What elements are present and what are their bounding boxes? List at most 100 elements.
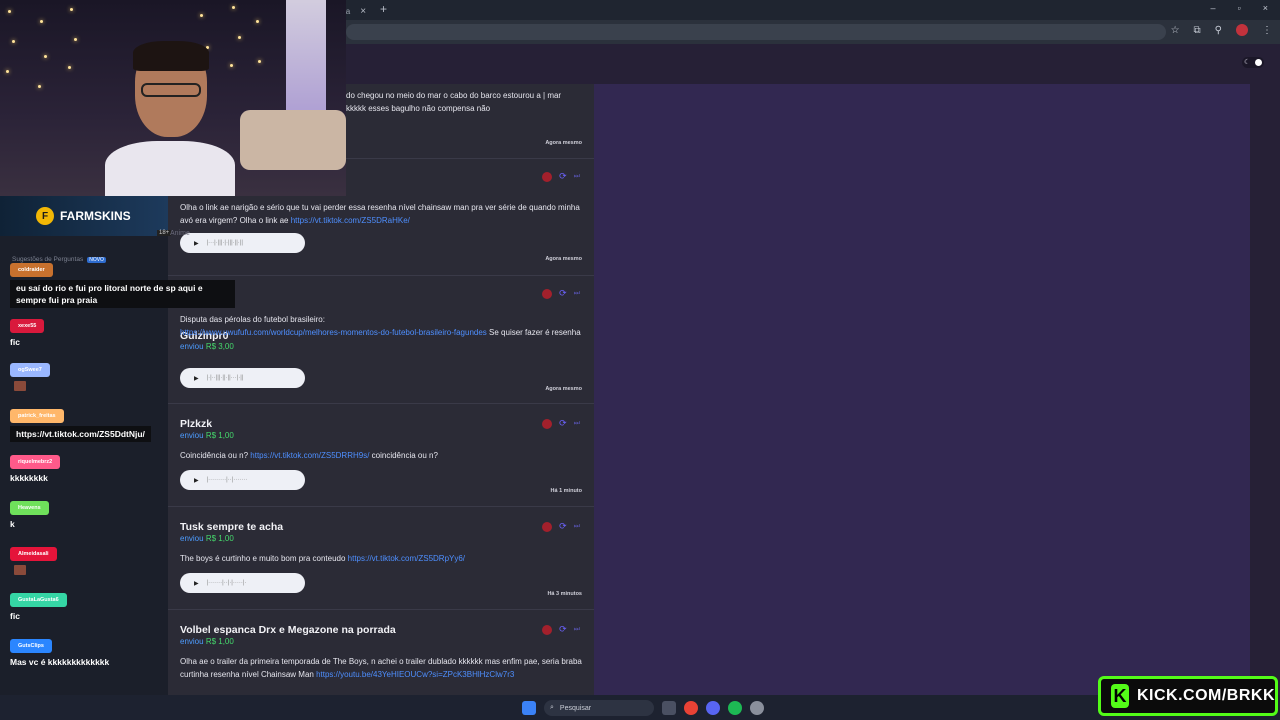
chat-emote-icon	[14, 381, 26, 391]
kick-channel-badge: K KICK.COM/BRKK	[1098, 676, 1278, 716]
chat-username[interactable]: ogSwee7	[10, 363, 50, 377]
farmskins-logo-icon: F	[36, 207, 54, 225]
kick-chat: Sugestões de Perguntas NOVO coldraidereu …	[0, 236, 235, 695]
address-bar[interactable]	[346, 24, 1166, 40]
delete-icon[interactable]	[542, 624, 553, 635]
chat-username[interactable]: riquelmebrz2	[10, 455, 61, 469]
chat-message: riquelmebrz2 kkkkkkkk	[10, 450, 61, 484]
replay-icon[interactable]: ⟳	[559, 521, 567, 532]
toolbar-icons: ☆ ⧉ ⚲ ⋮	[1171, 24, 1272, 36]
puzzle-icon[interactable]: ⚲	[1215, 25, 1222, 36]
toggle-knob	[1255, 59, 1262, 66]
donation-message: Olha o link ae narigão e sério que tu va…	[180, 203, 580, 225]
moon-icon: ☾	[1244, 59, 1251, 66]
donation-link[interactable]: https://youtu.be/43YeHIEOUCw?si=ZPcK3BHl…	[316, 670, 514, 679]
donation-actions: ⟳ ⏭	[542, 171, 580, 182]
donation-actions: ⟳ ⏭	[542, 418, 580, 429]
task-view-icon[interactable]	[662, 701, 676, 715]
chrome-icon[interactable]	[684, 701, 698, 715]
skip-icon[interactable]: ⏭	[574, 290, 580, 298]
waveform: |·······|··|·|·····|·	[206, 580, 247, 586]
chat-text: kkkkkkkk	[10, 473, 48, 483]
donation-time: Há 1 minuto	[550, 488, 582, 494]
chat-message: GustaLaGusta6 fic	[10, 588, 67, 622]
play-icon[interactable]: ▶	[194, 375, 199, 382]
replay-icon[interactable]: ⟳	[559, 288, 567, 299]
chat-message: xexe55 fic	[10, 314, 45, 348]
chat-username[interactable]: Heavens	[10, 501, 49, 515]
chat-text: fic	[10, 337, 20, 347]
chat-message: Heavens k	[10, 496, 49, 530]
skip-icon[interactable]: ⏭	[574, 173, 580, 181]
windows-start-icon[interactable]	[522, 701, 536, 715]
shirt	[105, 141, 235, 196]
bookmark-star-icon[interactable]: ☆	[1171, 25, 1180, 36]
donation-link[interactable]: https://www.uwufufu.com/worldcup/melhore…	[180, 328, 487, 337]
play-icon[interactable]: ▶	[194, 240, 199, 247]
donation-time: Há 3 minutos	[547, 591, 582, 597]
sponsor-banner: F FARMSKINS	[0, 196, 168, 236]
donation-link[interactable]: https://vt.tiktok.com/ZS5DRpYy6/	[348, 554, 465, 563]
profile-avatar[interactable]	[1236, 24, 1248, 36]
tab-close-icon[interactable]: ×	[360, 6, 366, 17]
streamer	[105, 41, 235, 196]
replay-icon[interactable]: ⟳	[559, 624, 567, 635]
donation-message: Disputa das pérolas do futebol brasileir…	[180, 315, 581, 337]
delete-icon[interactable]	[542, 521, 553, 532]
theme-toggle[interactable]: ☾	[1242, 57, 1264, 68]
audio-player[interactable]: ▶ |·······|··|·|·····|·	[180, 573, 305, 593]
pillow	[240, 110, 346, 170]
chat-message: ogSwee7	[10, 358, 50, 391]
audio-player[interactable]: ▶ |·········|··|·······	[180, 470, 305, 490]
glasses	[141, 83, 201, 97]
skip-icon[interactable]: ⏭	[574, 626, 580, 634]
donation-link[interactable]: https://vt.tiktok.com/ZS5DRRH9s/	[250, 451, 369, 460]
audio-player[interactable]: ▶ |···|·|||·|·|||·||·||	[180, 233, 305, 253]
donation-link[interactable]: https://vt.tiktok.com/ZS5DRaHKe/	[291, 216, 410, 225]
delete-icon[interactable]	[542, 418, 553, 429]
chat-username[interactable]: xexe55	[10, 319, 45, 333]
chat-message: coldraider eu saí do rio e fui pro litora…	[10, 258, 235, 308]
donation-amount: enviou R$ 1,00	[180, 637, 234, 646]
replay-icon[interactable]: ⟳	[559, 171, 567, 182]
window-controls: – ▫ ×	[1211, 3, 1268, 13]
menu-dots-icon[interactable]: ⋮	[1262, 25, 1272, 36]
minimize-button[interactable]: –	[1211, 3, 1216, 13]
discord-icon[interactable]	[706, 701, 720, 715]
windows-taskbar: ⌕ Pesquisar	[0, 695, 1280, 720]
donor-name: Tusk sempre te acha	[180, 521, 284, 533]
chat-username[interactable]: GutsClips	[10, 639, 52, 653]
waveform: |···|·|||·|·|||·||·||	[206, 240, 243, 246]
replay-icon[interactable]: ⟳	[559, 418, 567, 429]
donation-time: Agora mesmo	[545, 140, 582, 146]
close-window-button[interactable]: ×	[1263, 3, 1268, 13]
spotify-icon[interactable]	[728, 701, 742, 715]
chat-username[interactable]: GustaLaGusta6	[10, 593, 67, 607]
skip-icon[interactable]: ⏭	[574, 420, 580, 428]
kick-logo-icon: K	[1111, 684, 1129, 708]
donation-message: do chegou no meio do mar o cabo do barco…	[346, 91, 562, 113]
donation-card: Tusk sempre te acha enviou R$ 1,00 ⟳ ⏭ T…	[168, 507, 594, 610]
chat-username[interactable]: patrick_freitas	[10, 409, 64, 423]
donation-actions: ⟳ ⏭	[542, 521, 580, 532]
donation-actions: ⟳ ⏭	[542, 624, 580, 635]
new-tab-button[interactable]: +	[380, 2, 387, 16]
chat-username[interactable]: coldraider	[10, 263, 53, 277]
delete-icon[interactable]	[542, 171, 553, 182]
donation-card: Plzkzk enviou R$ 1,00 ⟳ ⏭ Coincidência o…	[168, 404, 594, 507]
waveform: |·········|··|·······	[206, 477, 248, 483]
extensions-icon[interactable]: ⧉	[1194, 25, 1201, 36]
delete-icon[interactable]	[542, 288, 553, 299]
maximize-button[interactable]: ▫	[1238, 3, 1241, 13]
play-icon[interactable]: ▶	[194, 477, 199, 484]
settings-icon[interactable]	[750, 701, 764, 715]
chat-username[interactable]: Almeidasali	[10, 547, 57, 561]
chat-text: k	[10, 519, 15, 529]
play-icon[interactable]: ▶	[194, 580, 199, 587]
donation-time: Agora mesmo	[545, 256, 582, 262]
audio-player[interactable]: ▶ |·|··|||·||·||···|·||	[180, 368, 305, 388]
chat-message: GutsClips Mas vc é kkkkkkkkkkkkk	[10, 634, 109, 668]
taskbar-search[interactable]: ⌕ Pesquisar	[544, 700, 654, 716]
skip-icon[interactable]: ⏭	[574, 523, 580, 531]
donation-message: The boys é curtinho e muito bom pra cont…	[180, 554, 466, 563]
